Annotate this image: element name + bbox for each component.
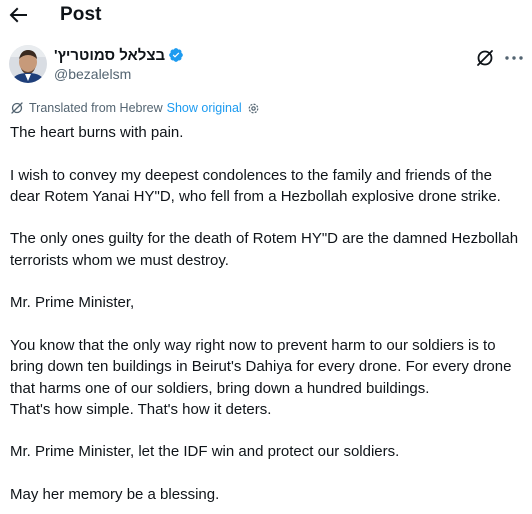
translate-icon: [10, 101, 24, 115]
tweet-text: The heart burns with pain. I wish to con…: [10, 122, 525, 514]
more-options-icon: [505, 56, 523, 60]
tweet-paragraph: Mr. Prime Minister,: [10, 294, 135, 312]
verified-badge-icon: [168, 47, 184, 63]
gear-icon[interactable]: [247, 102, 260, 115]
post-header: Post: [0, 0, 532, 30]
arrow-left-icon: [9, 7, 27, 23]
tweet-paragraph: Mr. Prime Minister, let the IDF win and …: [10, 443, 400, 461]
translation-notice: Translated from Hebrew Show original: [10, 100, 260, 116]
author-name-row[interactable]: בצלאל סמוטריץ': [54, 45, 184, 65]
grok-button[interactable]: [474, 47, 496, 69]
tweet-paragraph: That's how simple. That's how it deters.: [10, 400, 272, 418]
tweet-paragraph: You know that the only way right now to …: [10, 336, 512, 397]
show-original-link[interactable]: Show original: [167, 101, 242, 115]
page-title: Post: [60, 4, 102, 25]
author-block: בצלאל סמוטריץ' @bezalelsm: [54, 45, 184, 84]
grok-icon: [477, 50, 493, 66]
tweet-paragraph: The heart burns with pain.: [10, 124, 184, 141]
author-display-name[interactable]: בצלאל סמוטריץ': [54, 47, 165, 64]
tweet-paragraph: The only ones guilty for the death of Ro…: [10, 230, 519, 269]
author-handle[interactable]: @bezalelsm: [54, 66, 184, 84]
more-options-button[interactable]: [503, 47, 525, 69]
back-button[interactable]: [6, 3, 32, 27]
translation-label: Translated from Hebrew: [29, 101, 163, 115]
tweet-paragraph: I wish to convey my deepest condolences …: [10, 166, 501, 205]
avatar[interactable]: [9, 45, 47, 83]
tweet-paragraph: May her memory be a blessing.: [10, 486, 220, 504]
